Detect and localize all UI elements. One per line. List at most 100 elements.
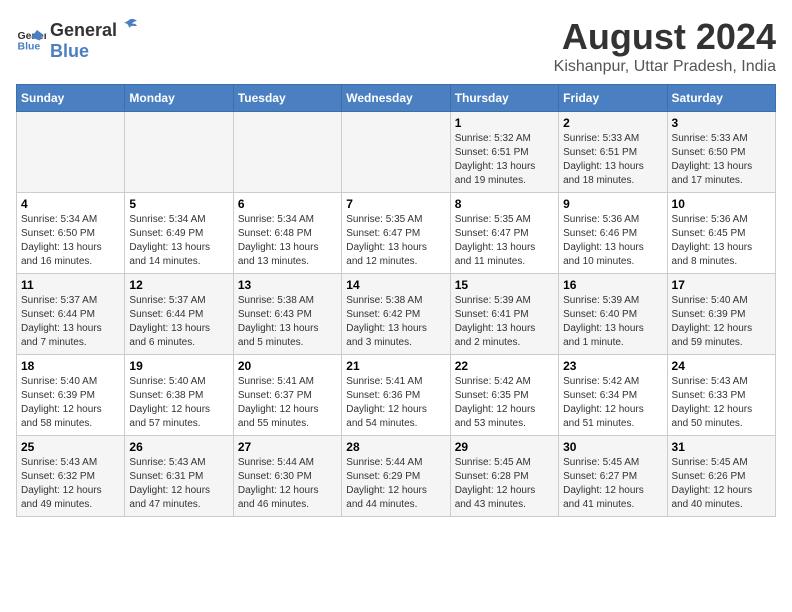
day-number: 15 [455, 278, 554, 292]
header-day: Friday [559, 85, 667, 112]
day-info: Sunrise: 5:35 AM Sunset: 6:47 PM Dayligh… [346, 213, 445, 269]
calendar-cell: 14Sunrise: 5:38 AM Sunset: 6:42 PM Dayli… [342, 274, 450, 355]
calendar-row: 18 Sunrise: 5:40 AM Sunset: 6:39 PM Dayli… [17, 355, 776, 436]
day-number: 6 [238, 197, 337, 211]
logo-icon: General Blue [16, 24, 46, 54]
header-day: Saturday [667, 85, 775, 112]
calendar-cell: 2 Sunrise: 5:33 AM Sunset: 6:51 PM Daylig… [559, 112, 667, 193]
day-number: 22 [455, 359, 554, 373]
calendar-cell: 8Sunrise: 5:35 AM Sunset: 6:47 PM Daylig… [450, 193, 558, 274]
day-number: 19 [129, 359, 228, 373]
logo-bird-icon [119, 16, 139, 36]
day-number: 29 [455, 440, 554, 454]
calendar-cell: 23Sunrise: 5:42 AM Sunset: 6:34 PM Dayli… [559, 355, 667, 436]
day-number: 10 [672, 197, 771, 211]
calendar-cell: 22Sunrise: 5:42 AM Sunset: 6:35 PM Dayli… [450, 355, 558, 436]
calendar-cell: 25 Sunrise: 5:43 AM Sunset: 6:32 PM Dayli… [17, 436, 125, 517]
day-number: 5 [129, 197, 228, 211]
logo: General Blue General Blue [16, 16, 141, 62]
day-info: Sunrise: 5:39 AM Sunset: 6:41 PM Dayligh… [455, 294, 554, 350]
calendar-cell: 10 Sunrise: 5:36 AM Sunset: 6:45 PM Dayli… [667, 193, 775, 274]
day-number: 12 [129, 278, 228, 292]
day-info: Sunrise: 5:39 AM Sunset: 6:40 PM Dayligh… [563, 294, 662, 350]
day-number: 26 [129, 440, 228, 454]
calendar-cell: 20Sunrise: 5:41 AM Sunset: 6:37 PM Dayli… [233, 355, 341, 436]
header-day: Wednesday [342, 85, 450, 112]
calendar-cell: 21Sunrise: 5:41 AM Sunset: 6:36 PM Dayli… [342, 355, 450, 436]
calendar-cell [233, 112, 341, 193]
calendar-header: SundayMondayTuesdayWednesdayThursdayFrid… [17, 85, 776, 112]
day-number: 4 [21, 197, 120, 211]
calendar-body: 1 Sunrise: 5:32 AM Sunset: 6:51 PM Daylig… [17, 112, 776, 517]
day-info: Sunrise: 5:43 AM Sunset: 6:31 PM Dayligh… [129, 456, 228, 512]
calendar-cell: 16 Sunrise: 5:39 AM Sunset: 6:40 PM Dayli… [559, 274, 667, 355]
day-info: Sunrise: 5:44 AM Sunset: 6:29 PM Dayligh… [346, 456, 445, 512]
day-number: 25 [21, 440, 120, 454]
header: General Blue General Blue August 2024 Ki… [16, 16, 776, 76]
calendar-cell [342, 112, 450, 193]
day-info: Sunrise: 5:45 AM Sunset: 6:26 PM Dayligh… [672, 456, 771, 512]
day-number: 1 [455, 116, 554, 130]
subtitle: Kishanpur, Uttar Pradesh, India [554, 58, 776, 76]
calendar-cell: 1 Sunrise: 5:32 AM Sunset: 6:51 PM Daylig… [450, 112, 558, 193]
calendar-cell: 15 Sunrise: 5:39 AM Sunset: 6:41 PM Dayli… [450, 274, 558, 355]
calendar-cell: 29Sunrise: 5:45 AM Sunset: 6:28 PM Dayli… [450, 436, 558, 517]
calendar-cell: 18 Sunrise: 5:40 AM Sunset: 6:39 PM Dayli… [17, 355, 125, 436]
calendar-cell [125, 112, 233, 193]
calendar-cell: 28Sunrise: 5:44 AM Sunset: 6:29 PM Dayli… [342, 436, 450, 517]
day-info: Sunrise: 5:40 AM Sunset: 6:38 PM Dayligh… [129, 375, 228, 431]
calendar-cell: 17 Sunrise: 5:40 AM Sunset: 6:39 PM Dayli… [667, 274, 775, 355]
day-number: 18 [21, 359, 120, 373]
day-number: 13 [238, 278, 337, 292]
day-info: Sunrise: 5:40 AM Sunset: 6:39 PM Dayligh… [21, 375, 120, 431]
day-info: Sunrise: 5:35 AM Sunset: 6:47 PM Dayligh… [455, 213, 554, 269]
header-day: Tuesday [233, 85, 341, 112]
calendar-cell: 11Sunrise: 5:37 AM Sunset: 6:44 PM Dayli… [17, 274, 125, 355]
day-number: 17 [672, 278, 771, 292]
day-info: Sunrise: 5:34 AM Sunset: 6:50 PM Dayligh… [21, 213, 120, 269]
day-number: 31 [672, 440, 771, 454]
day-number: 2 [563, 116, 662, 130]
calendar-cell: 12 Sunrise: 5:37 AM Sunset: 6:44 PM Dayli… [125, 274, 233, 355]
day-info: Sunrise: 5:42 AM Sunset: 6:34 PM Dayligh… [563, 375, 662, 431]
calendar-cell: 13 Sunrise: 5:38 AM Sunset: 6:43 PM Dayli… [233, 274, 341, 355]
calendar-row: 11Sunrise: 5:37 AM Sunset: 6:44 PM Dayli… [17, 274, 776, 355]
day-info: Sunrise: 5:37 AM Sunset: 6:44 PM Dayligh… [21, 294, 120, 350]
day-info: Sunrise: 5:40 AM Sunset: 6:39 PM Dayligh… [672, 294, 771, 350]
calendar-cell: 4 Sunrise: 5:34 AM Sunset: 6:50 PM Daylig… [17, 193, 125, 274]
header-day: Thursday [450, 85, 558, 112]
day-number: 21 [346, 359, 445, 373]
day-info: Sunrise: 5:45 AM Sunset: 6:27 PM Dayligh… [563, 456, 662, 512]
day-info: Sunrise: 5:43 AM Sunset: 6:33 PM Dayligh… [672, 375, 771, 431]
day-number: 16 [563, 278, 662, 292]
header-day: Monday [125, 85, 233, 112]
header-day: Sunday [17, 85, 125, 112]
day-number: 24 [672, 359, 771, 373]
calendar-row: 1 Sunrise: 5:32 AM Sunset: 6:51 PM Daylig… [17, 112, 776, 193]
day-info: Sunrise: 5:38 AM Sunset: 6:43 PM Dayligh… [238, 294, 337, 350]
day-info: Sunrise: 5:34 AM Sunset: 6:49 PM Dayligh… [129, 213, 228, 269]
calendar-cell: 6Sunrise: 5:34 AM Sunset: 6:48 PM Daylig… [233, 193, 341, 274]
day-number: 3 [672, 116, 771, 130]
day-info: Sunrise: 5:33 AM Sunset: 6:50 PM Dayligh… [672, 132, 771, 188]
day-info: Sunrise: 5:37 AM Sunset: 6:44 PM Dayligh… [129, 294, 228, 350]
day-info: Sunrise: 5:32 AM Sunset: 6:51 PM Dayligh… [455, 132, 554, 188]
calendar-table: SundayMondayTuesdayWednesdayThursdayFrid… [16, 84, 776, 517]
day-info: Sunrise: 5:36 AM Sunset: 6:45 PM Dayligh… [672, 213, 771, 269]
day-number: 30 [563, 440, 662, 454]
calendar-cell: 24 Sunrise: 5:43 AM Sunset: 6:33 PM Dayli… [667, 355, 775, 436]
svg-text:Blue: Blue [18, 41, 41, 53]
calendar-cell: 5 Sunrise: 5:34 AM Sunset: 6:49 PM Daylig… [125, 193, 233, 274]
logo-blue: Blue [50, 41, 89, 61]
day-info: Sunrise: 5:33 AM Sunset: 6:51 PM Dayligh… [563, 132, 662, 188]
calendar-row: 4 Sunrise: 5:34 AM Sunset: 6:50 PM Daylig… [17, 193, 776, 274]
day-info: Sunrise: 5:43 AM Sunset: 6:32 PM Dayligh… [21, 456, 120, 512]
day-info: Sunrise: 5:36 AM Sunset: 6:46 PM Dayligh… [563, 213, 662, 269]
day-number: 27 [238, 440, 337, 454]
day-info: Sunrise: 5:41 AM Sunset: 6:37 PM Dayligh… [238, 375, 337, 431]
calendar-cell: 7Sunrise: 5:35 AM Sunset: 6:47 PM Daylig… [342, 193, 450, 274]
calendar-cell: 30 Sunrise: 5:45 AM Sunset: 6:27 PM Dayli… [559, 436, 667, 517]
title-area: August 2024 Kishanpur, Uttar Pradesh, In… [554, 16, 776, 76]
calendar-cell: 9Sunrise: 5:36 AM Sunset: 6:46 PM Daylig… [559, 193, 667, 274]
day-info: Sunrise: 5:44 AM Sunset: 6:30 PM Dayligh… [238, 456, 337, 512]
